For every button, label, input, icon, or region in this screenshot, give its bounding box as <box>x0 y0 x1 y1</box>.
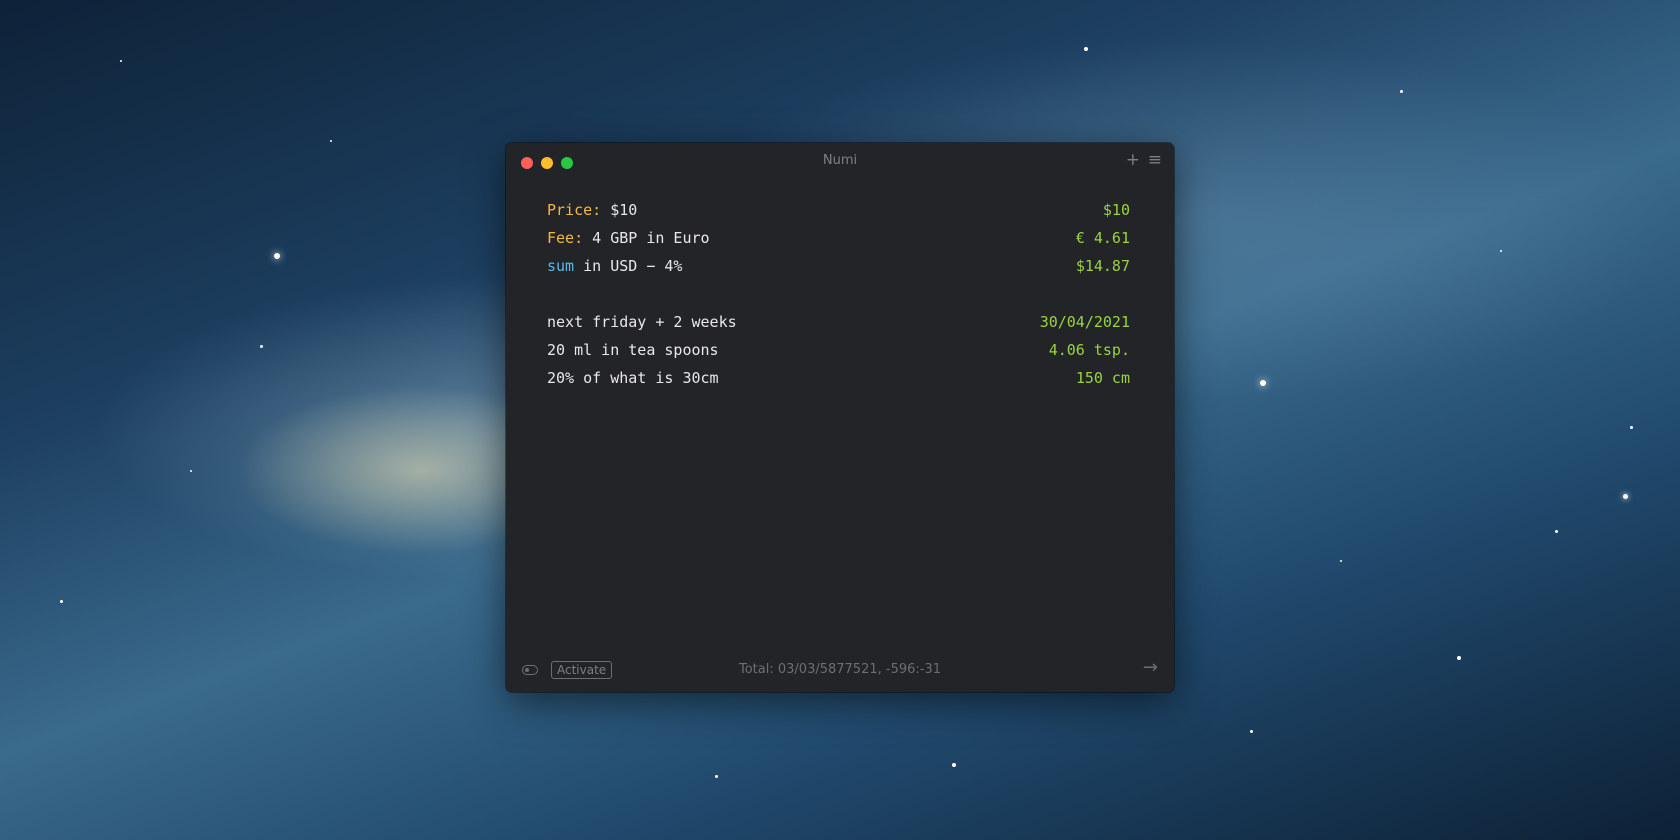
calc-line[interactable]: Fee: 4 GBP in Euro € 4.61 <box>547 224 1130 252</box>
calc-result[interactable]: € 4.61 <box>1076 224 1130 252</box>
status-bar: Activate Total: 03/03/5877521, -596:-31 … <box>506 652 1174 692</box>
star <box>1457 656 1461 660</box>
calc-result[interactable]: $10 <box>1103 196 1130 224</box>
total-readout[interactable]: Total: 03/03/5877521, -596:-31 <box>506 662 1174 677</box>
calc-expression: 20 ml in tea spoons <box>547 341 719 359</box>
star <box>274 253 280 259</box>
star <box>330 140 332 142</box>
star <box>190 470 192 472</box>
menu-icon[interactable]: ≡ <box>1148 151 1162 169</box>
calc-expression: 20% of what is 30cm <box>547 369 719 387</box>
star <box>1400 90 1403 93</box>
star <box>1623 494 1628 499</box>
calc-expression: next friday + 2 weeks <box>547 313 737 331</box>
calc-result[interactable]: 150 cm <box>1076 364 1130 392</box>
star <box>1555 530 1558 533</box>
calc-line[interactable]: 20 ml in tea spoons 4.06 tsp. <box>547 336 1130 364</box>
star <box>120 60 122 62</box>
star <box>60 600 63 603</box>
calc-line[interactable]: Price: $10 $10 <box>547 196 1130 224</box>
calc-result[interactable]: 4.06 tsp. <box>1049 336 1130 364</box>
calc-result[interactable]: $14.87 <box>1076 252 1130 280</box>
calc-expression: sum in USD − 4% <box>547 252 682 280</box>
label-keyword: Price: <box>547 201 602 219</box>
arrow-right-icon[interactable]: → <box>1143 657 1158 678</box>
blank-line[interactable] <box>547 280 1130 308</box>
calc-line[interactable]: 20% of what is 30cm 150 cm <box>547 364 1130 392</box>
variable-keyword: sum <box>547 257 575 275</box>
star <box>1084 47 1088 51</box>
calc-result[interactable]: 30/04/2021 <box>1040 308 1130 336</box>
numi-window: Numi + ≡ Price: $10 $10 Fee: 4 GBP in Eu… <box>506 143 1174 692</box>
star <box>1340 560 1342 562</box>
star <box>260 345 263 348</box>
calc-expression: Fee: 4 GBP in Euro <box>547 224 710 252</box>
calc-expression: Price: $10 <box>547 196 637 224</box>
star <box>1500 250 1502 252</box>
window-title: Numi <box>822 153 858 168</box>
calc-line[interactable]: next friday + 2 weeks 30/04/2021 <box>547 308 1130 336</box>
title-bar[interactable]: Numi + ≡ <box>506 143 1174 181</box>
star <box>952 763 956 767</box>
expression-text: in USD − 4% <box>574 257 683 275</box>
expression-text: 4 GBP in Euro <box>583 229 710 247</box>
star <box>715 775 718 778</box>
add-icon[interactable]: + <box>1126 151 1140 169</box>
expression-text: $10 <box>601 201 638 219</box>
label-keyword: Fee: <box>547 229 584 247</box>
star <box>1630 426 1633 429</box>
star <box>1260 380 1266 386</box>
star <box>1250 730 1253 733</box>
calculation-editor[interactable]: Price: $10 $10 Fee: 4 GBP in Euro € 4.61… <box>547 196 1130 392</box>
calc-line[interactable]: sum in USD − 4% $14.87 <box>547 252 1130 280</box>
